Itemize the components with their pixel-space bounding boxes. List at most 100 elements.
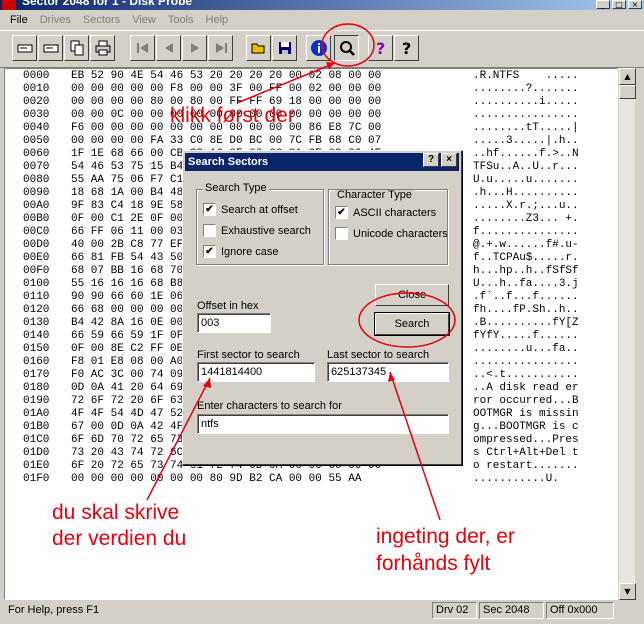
hex-row-bytes[interactable]: 00 00 00 00 00 00 00 80 9D B2 CA 00 00 5…	[71, 473, 361, 485]
search-sectors-toolbar-button[interactable]	[334, 35, 359, 61]
hex-row-ascii[interactable]: ........?.......	[473, 83, 579, 95]
hex-row-ascii[interactable]: .....3.....|.h..	[473, 135, 579, 147]
hex-row-ascii[interactable]: ........Z3... +.	[473, 213, 579, 225]
toolbar-button[interactable]: ?	[394, 35, 419, 61]
checkbox-box[interactable]: ✔	[335, 206, 348, 219]
menu-help[interactable]: Help	[200, 14, 235, 26]
next-sector-icon	[190, 43, 199, 53]
hex-row-ascii[interactable]: .R.NTFS .....	[473, 70, 579, 82]
hex-row-ascii[interactable]: fh....fP.Sh..h..	[473, 304, 579, 316]
hex-row-offset: 00F0	[23, 265, 50, 277]
hex-row-ascii[interactable]: .....X.r.;...u..	[473, 200, 579, 212]
checkbox-box[interactable]	[203, 224, 216, 237]
hex-row-ascii[interactable]: .h...H..........	[473, 187, 579, 199]
toolbar-button[interactable]	[130, 35, 155, 61]
last-sector-input[interactable]: 625137345	[327, 362, 449, 382]
menu-file[interactable]: File	[4, 14, 34, 26]
hex-row-ascii[interactable]: ompressed...Pres	[473, 434, 579, 446]
hex-row-ascii[interactable]: f...............	[473, 226, 579, 238]
hex-row-ascii[interactable]: fYfY.....f......	[473, 330, 579, 342]
toolbar-button[interactable]	[64, 35, 89, 61]
search-chars-input[interactable]: ntfs	[197, 414, 449, 434]
offset-input[interactable]: 003	[197, 313, 271, 333]
search-sectors-dialog: Search Sectors ? × Search Type ✔ Search …	[182, 150, 462, 465]
hex-row-ascii[interactable]: @.+.w......f#.u-	[473, 239, 579, 251]
dialog-title: Search Sectors	[185, 153, 459, 171]
toolbar-button[interactable]	[246, 35, 271, 61]
vertical-scrollbar[interactable]: ▲ ▼	[618, 68, 636, 600]
svg-text:?: ?	[376, 39, 385, 57]
hex-row-ascii[interactable]: ........tT.....|	[473, 122, 579, 134]
minimize-button[interactable]: _	[596, 0, 610, 9]
character-type-group: Character Type ✔ ASCII characters Unicod…	[328, 189, 448, 265]
scroll-thumb[interactable]	[619, 85, 636, 99]
hex-row-ascii[interactable]: OOTMGR is missin	[473, 408, 579, 420]
exhaustive-search-checkbox[interactable]: Exhaustive search	[203, 224, 311, 237]
toolbar-button[interactable]	[208, 35, 233, 61]
hex-row-ascii[interactable]: ..........i.....	[473, 96, 579, 108]
search-at-offset-checkbox[interactable]: ✔ Search at offset	[203, 203, 298, 216]
hex-row-offset: 01B0	[23, 421, 50, 433]
hex-row-ascii[interactable]: s Ctrl+Alt+Del t	[473, 447, 579, 459]
hex-row-ascii[interactable]: g...BOOTMGR is c	[473, 421, 579, 433]
toolbar-button[interactable]	[38, 35, 63, 61]
checkbox-box[interactable]: ✔	[203, 245, 216, 258]
hex-row-ascii[interactable]: ..hf......f.>..N	[473, 148, 579, 160]
maximize-button[interactable]: □	[612, 0, 626, 9]
save-icon	[278, 42, 291, 54]
hex-row-offset: 0100	[23, 278, 50, 290]
toolbar-button[interactable]	[272, 35, 297, 61]
hex-row-ascii[interactable]: ror occurred...B	[473, 395, 579, 407]
toolbar-button[interactable]	[306, 35, 331, 61]
ignore-case-checkbox[interactable]: ✔ Ignore case	[203, 245, 278, 258]
toolbar-button[interactable]	[90, 35, 115, 61]
scroll-down-button[interactable]: ▼	[619, 583, 636, 600]
menu-view[interactable]: View	[126, 14, 162, 26]
scroll-up-button[interactable]: ▲	[619, 68, 636, 85]
hex-row-ascii[interactable]: U...h..fa....3.j	[473, 278, 579, 290]
hex-row-ascii[interactable]: f..TCPAu$.....r.	[473, 252, 579, 264]
hex-row-ascii[interactable]: ........u...fa..	[473, 343, 579, 355]
dialog-close-button[interactable]: ×	[441, 153, 457, 167]
hex-row-ascii[interactable]: ..A disk read er	[473, 382, 579, 394]
close-dialog-button[interactable]: Close	[375, 284, 449, 306]
ascii-checkbox[interactable]: ✔ ASCII characters	[335, 206, 436, 219]
search-button[interactable]: Search	[374, 312, 450, 336]
hex-row-ascii[interactable]: .B..........fY[Z	[473, 317, 579, 329]
toolbar-button[interactable]	[12, 35, 37, 61]
hex-row-offset: 00C0	[23, 226, 50, 238]
hex-row-offset: 0040	[23, 122, 50, 134]
hex-row-ascii[interactable]: .f`..f...f......	[473, 291, 579, 303]
checkbox-box[interactable]: ✔	[203, 203, 216, 216]
dialog-help-button[interactable]: ?	[423, 153, 439, 167]
hex-row-ascii[interactable]: ...........U.	[473, 473, 559, 485]
hex-row-ascii[interactable]: o restart.......	[473, 460, 579, 472]
menu-drives[interactable]: Drives	[34, 14, 77, 26]
status-help-text: For Help, press F1	[8, 604, 100, 616]
hex-row-ascii[interactable]: ................	[473, 356, 579, 368]
menu-sectors[interactable]: Sectors	[77, 14, 126, 26]
hex-row-ascii[interactable]: ................	[473, 109, 579, 121]
toolbar-button[interactable]: ?	[368, 35, 393, 61]
close-button[interactable]: ×	[628, 0, 642, 9]
hex-row-offset: 0080	[23, 174, 50, 186]
hex-row-bytes[interactable]: 00 00 00 00 00 F8 00 00 3F 00 FF 00 02 0…	[71, 83, 381, 95]
menu-tools[interactable]: Tools	[162, 14, 200, 26]
hex-row-ascii[interactable]: h...hp..h..fSfSf	[473, 265, 579, 277]
hex-row-ascii[interactable]: TFSu..A..U..r...	[473, 161, 579, 173]
open-folder-icon	[251, 43, 264, 54]
unicode-checkbox[interactable]: Unicode characters	[335, 227, 447, 240]
hex-row-offset: 0010	[23, 83, 50, 95]
hex-row-ascii[interactable]: U.u.....u.......	[473, 174, 579, 186]
checkbox-box[interactable]	[335, 227, 348, 240]
hex-row-ascii[interactable]: ..<.t...........	[473, 369, 579, 381]
first-sector-input[interactable]: 1441814400	[197, 362, 315, 382]
hex-row-offset: 0180	[23, 382, 50, 394]
hex-row-bytes[interactable]: 00 00 00 00 FA 33 C0 8E D0 BC 00 7C FB 6…	[71, 135, 381, 147]
hex-row-bytes[interactable]: EB 52 90 4E 54 46 53 20 20 20 20 00 02 0…	[71, 70, 381, 82]
hex-row-offset: 0050	[23, 135, 50, 147]
toolbar-button[interactable]	[156, 35, 181, 61]
status-sector: Sec 2048	[479, 602, 544, 619]
toolbar-button[interactable]	[182, 35, 207, 61]
checkbox-label: Search at offset	[221, 203, 298, 216]
